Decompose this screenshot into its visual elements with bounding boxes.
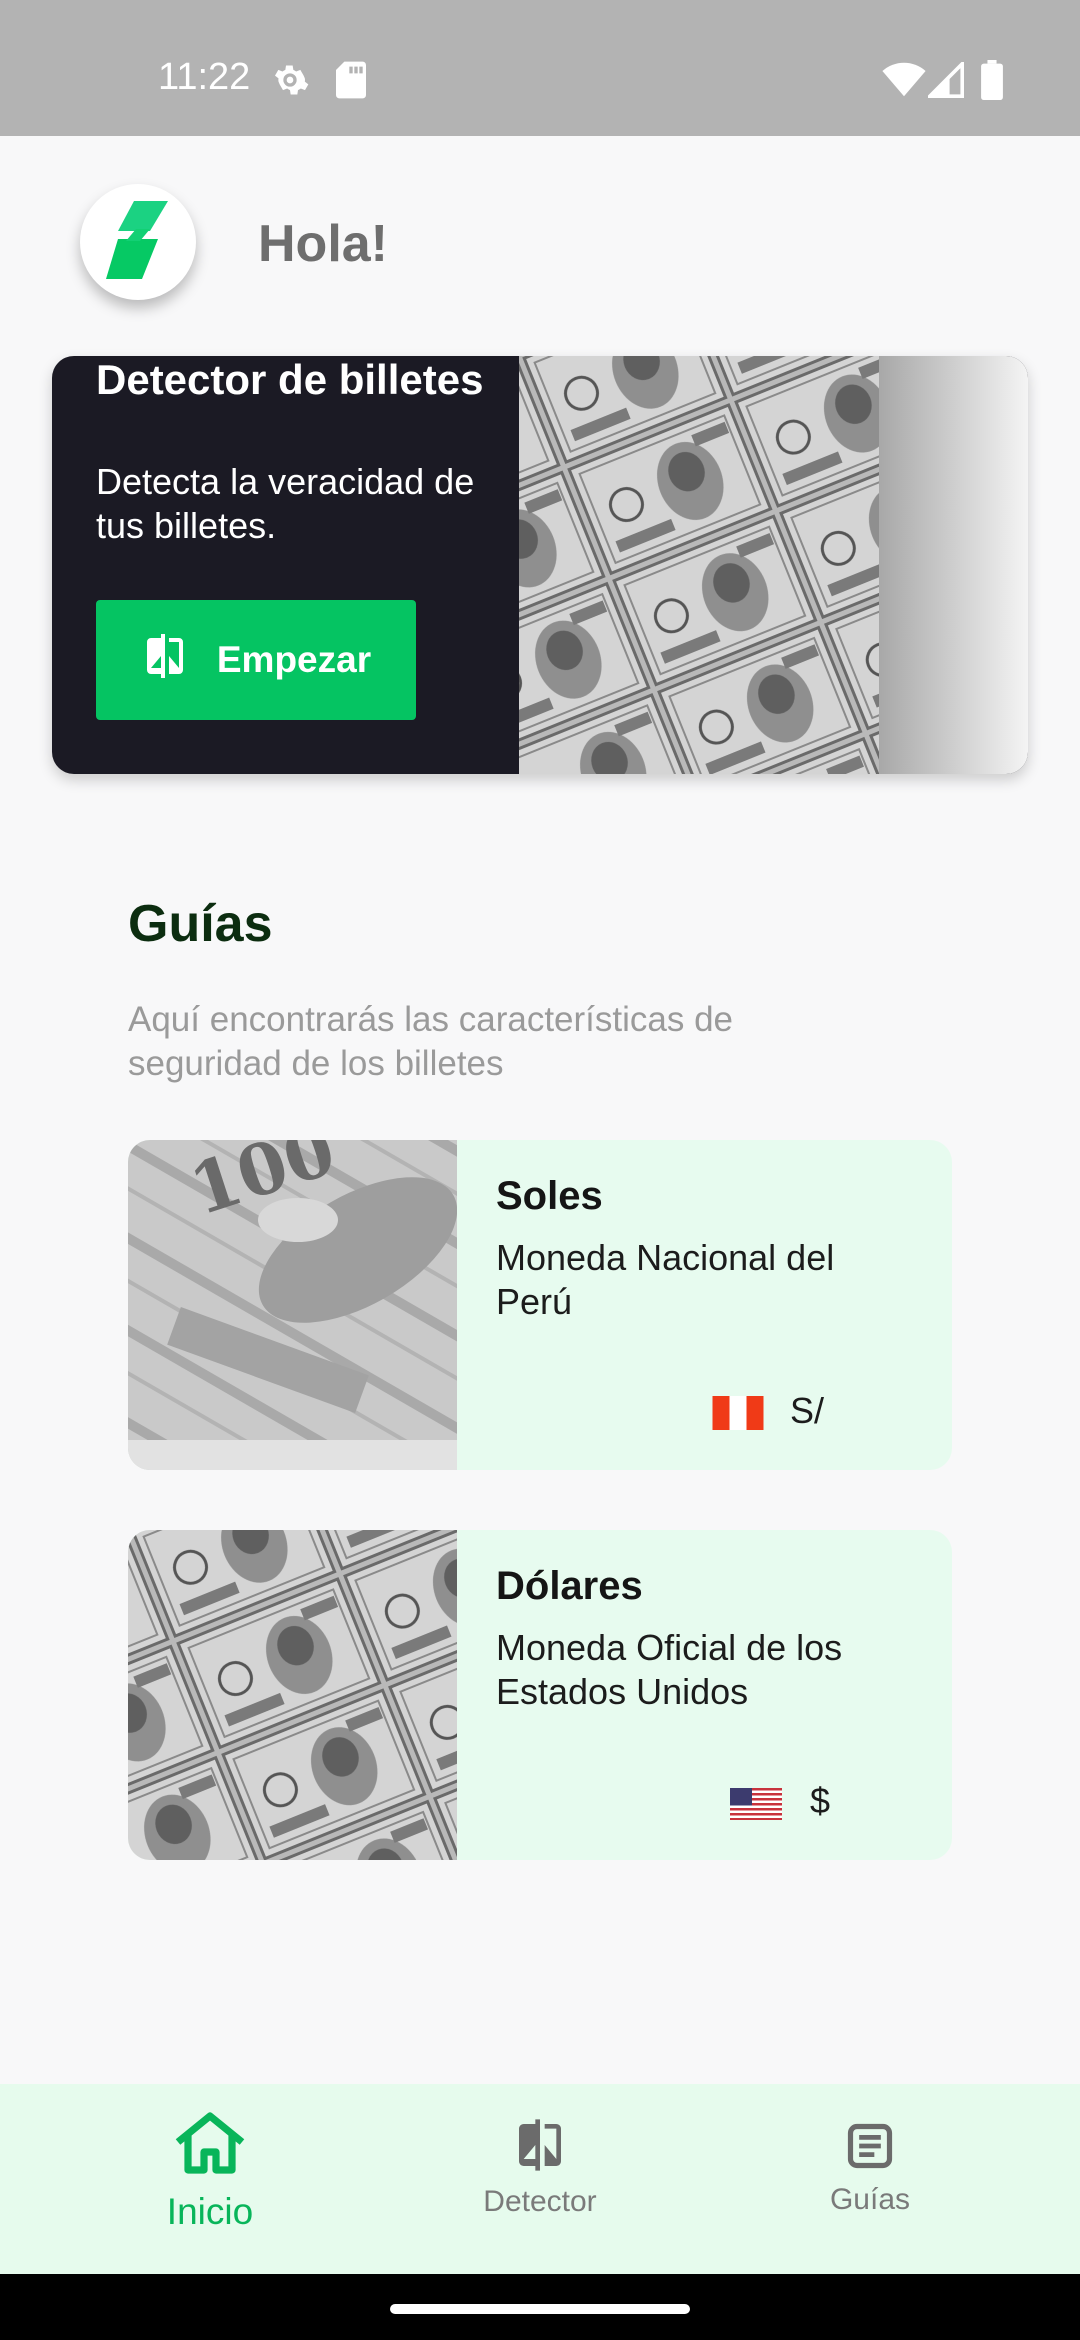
card-title: Dólares: [496, 1564, 643, 1608]
settings-gear-icon: [270, 60, 310, 105]
soles-bill-photo: 100: [128, 1140, 457, 1470]
sd-card-icon: [334, 60, 368, 105]
banner-fade: [879, 356, 1028, 774]
usa-flag-icon: [730, 1788, 782, 1825]
guides-subtitle: Aquí encontrarás las características de …: [128, 1000, 734, 1083]
card-description: Moneda Nacional del Perú: [496, 1237, 835, 1322]
lightning-bolt-icon: [106, 200, 170, 284]
card-description: Moneda Oficial de los Estados Unidos: [496, 1627, 843, 1712]
app-header: Hola!: [0, 136, 1080, 346]
wifi-icon: [882, 62, 926, 103]
home-icon: [172, 2110, 248, 2181]
detector-banner: Detector de billetes Detecta la veracida…: [52, 356, 1028, 774]
cell-signal-icon: [925, 59, 964, 103]
currency-symbol: $: [810, 1780, 831, 1821]
status-time: 11:22: [158, 56, 251, 98]
compare-icon: [141, 632, 189, 689]
currency-symbol: S/: [790, 1390, 825, 1431]
start-button[interactable]: Empezar: [96, 600, 416, 720]
dollar-bills-photo: [128, 1530, 457, 1860]
compare-icon: [512, 2116, 568, 2179]
home-gesture-handle[interactable]: [390, 2304, 690, 2314]
battery-icon: [980, 60, 1004, 105]
nav-label: Detector: [483, 2185, 597, 2218]
nav-item-detector[interactable]: Detector: [460, 2084, 620, 2274]
peru-flag-icon: [712, 1396, 764, 1435]
document-icon: [844, 2120, 896, 2177]
banner-title: Detector de billetes: [96, 356, 484, 403]
banner-description: Detecta la veracidad de tus billetes.: [96, 461, 475, 546]
nav-item-inicio[interactable]: Inicio: [130, 2084, 290, 2274]
start-button-label: Empezar: [216, 639, 372, 680]
system-gesture-bar: [0, 2274, 1080, 2340]
guide-card-soles[interactable]: 100 Soles Moneda Nacional del Perú S/: [128, 1140, 952, 1470]
app-logo: [80, 184, 196, 300]
dollar-bills-photo: [519, 356, 879, 774]
guides-title: Guías: [128, 895, 273, 953]
nav-item-guias[interactable]: Guías: [790, 2084, 950, 2274]
greeting-text: Hola!: [258, 215, 388, 273]
guide-card-dolares[interactable]: Dólares Moneda Oficial de los Estados Un…: [128, 1530, 952, 1860]
nav-label: Inicio: [166, 2191, 254, 2232]
status-bar: 11:22: [0, 0, 1080, 136]
bottom-navigation: Inicio Detector Guías: [0, 2084, 1080, 2274]
nav-label: Guías: [829, 2183, 911, 2216]
card-title: Soles: [496, 1174, 603, 1218]
